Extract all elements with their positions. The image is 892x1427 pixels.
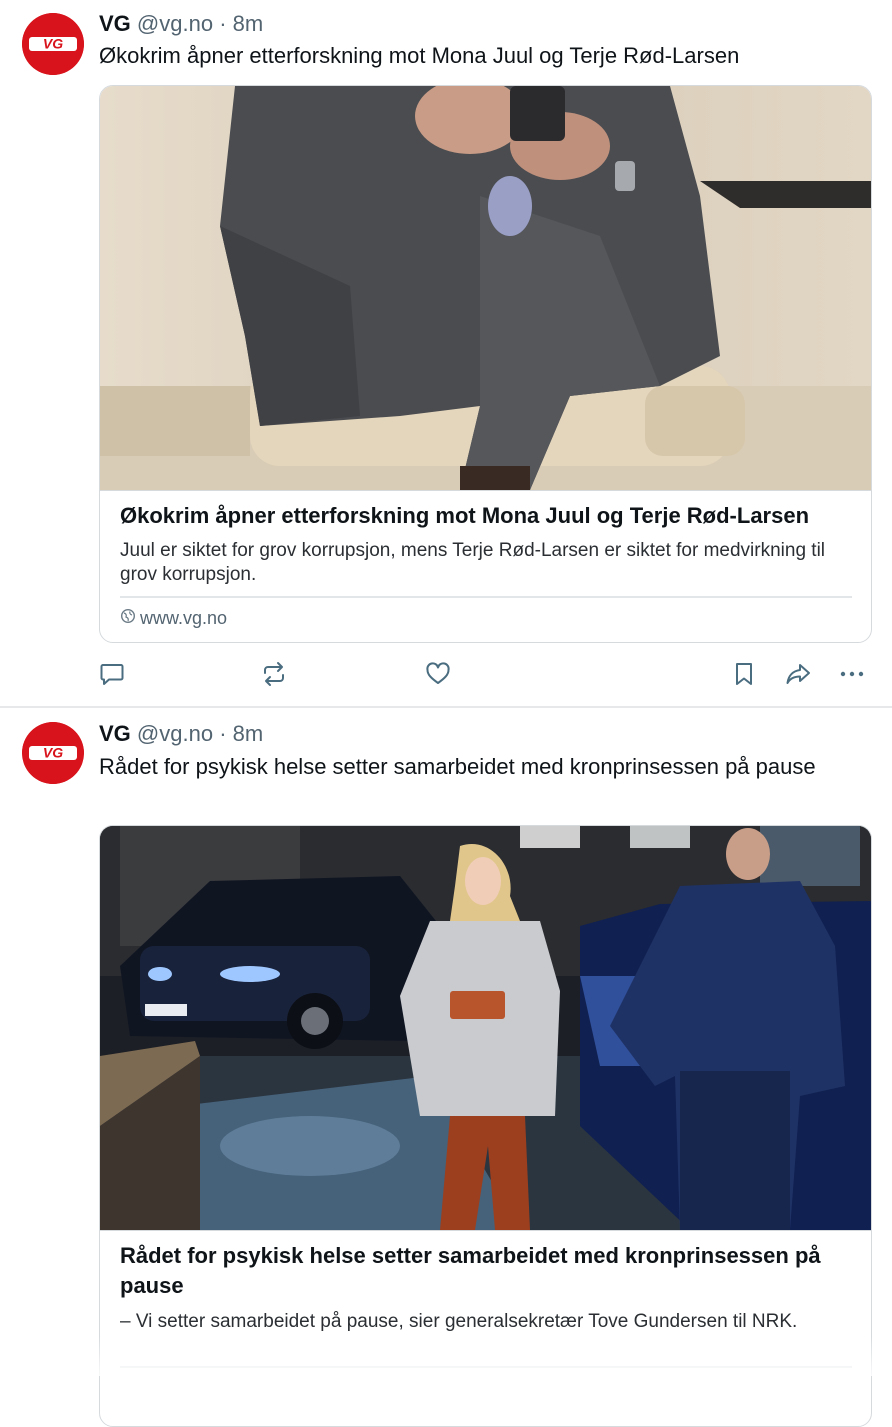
card-description: Juul er siktet for grov korrupsjon, mens… [120, 540, 826, 585]
more-icon[interactable] [838, 660, 866, 688]
link-card[interactable]: Rådet for psykisk helse setter samarbeid… [99, 825, 872, 1427]
post-time[interactable]: 8m [233, 721, 264, 746]
post-header: VG @vg.no · 8m [99, 721, 263, 747]
card-domain-text: www.vg.no [140, 608, 228, 628]
meta-separator: · [219, 11, 227, 36]
card-divider [120, 1366, 852, 1368]
reply-icon[interactable] [98, 660, 126, 688]
link-card[interactable]: Økokrim åpner etterforskning mot Mona Ju… [99, 85, 872, 643]
repost-icon[interactable] [260, 660, 288, 688]
author-handle[interactable]: @vg.no [137, 721, 213, 746]
card-divider [120, 596, 852, 598]
post-actions [0, 660, 892, 690]
globe-icon [120, 607, 136, 629]
post[interactable]: VG VG @vg.no · 8m Rådet for psykisk hels… [0, 708, 892, 1427]
author-name[interactable]: VG [99, 11, 131, 36]
vg-avatar[interactable]: VG [22, 13, 84, 75]
post-time[interactable]: 8m [233, 11, 264, 36]
post[interactable]: VG VG @vg.no · 8m Økokrim åpner etterfor… [0, 0, 892, 706]
card-description: – Vi setter samarbeidet på pause, sier g… [120, 1311, 798, 1332]
post-text: Rådet for psykisk helse setter samarbeid… [99, 754, 816, 779]
like-icon[interactable] [424, 660, 452, 688]
vg-avatar[interactable]: VG [22, 722, 84, 784]
meta-separator: · [219, 721, 227, 746]
card-title[interactable]: Økokrim åpner etterforskning mot Mona Ju… [120, 501, 855, 531]
vg-logo-text: VG [43, 36, 63, 52]
share-icon[interactable] [784, 660, 812, 688]
author-name[interactable]: VG [99, 721, 131, 746]
author-handle[interactable]: @vg.no [137, 11, 213, 36]
post-header: VG @vg.no · 8m [99, 11, 263, 37]
card-image [100, 86, 871, 491]
post-text: Økokrim åpner etterforskning mot Mona Ju… [99, 43, 740, 68]
card-image [100, 826, 871, 1231]
card-title[interactable]: Rådet for psykisk helse setter samarbeid… [120, 1241, 855, 1301]
vg-logo-text: VG [43, 745, 63, 761]
card-domain[interactable]: www.vg.no [120, 607, 227, 629]
bookmark-icon[interactable] [730, 660, 758, 688]
